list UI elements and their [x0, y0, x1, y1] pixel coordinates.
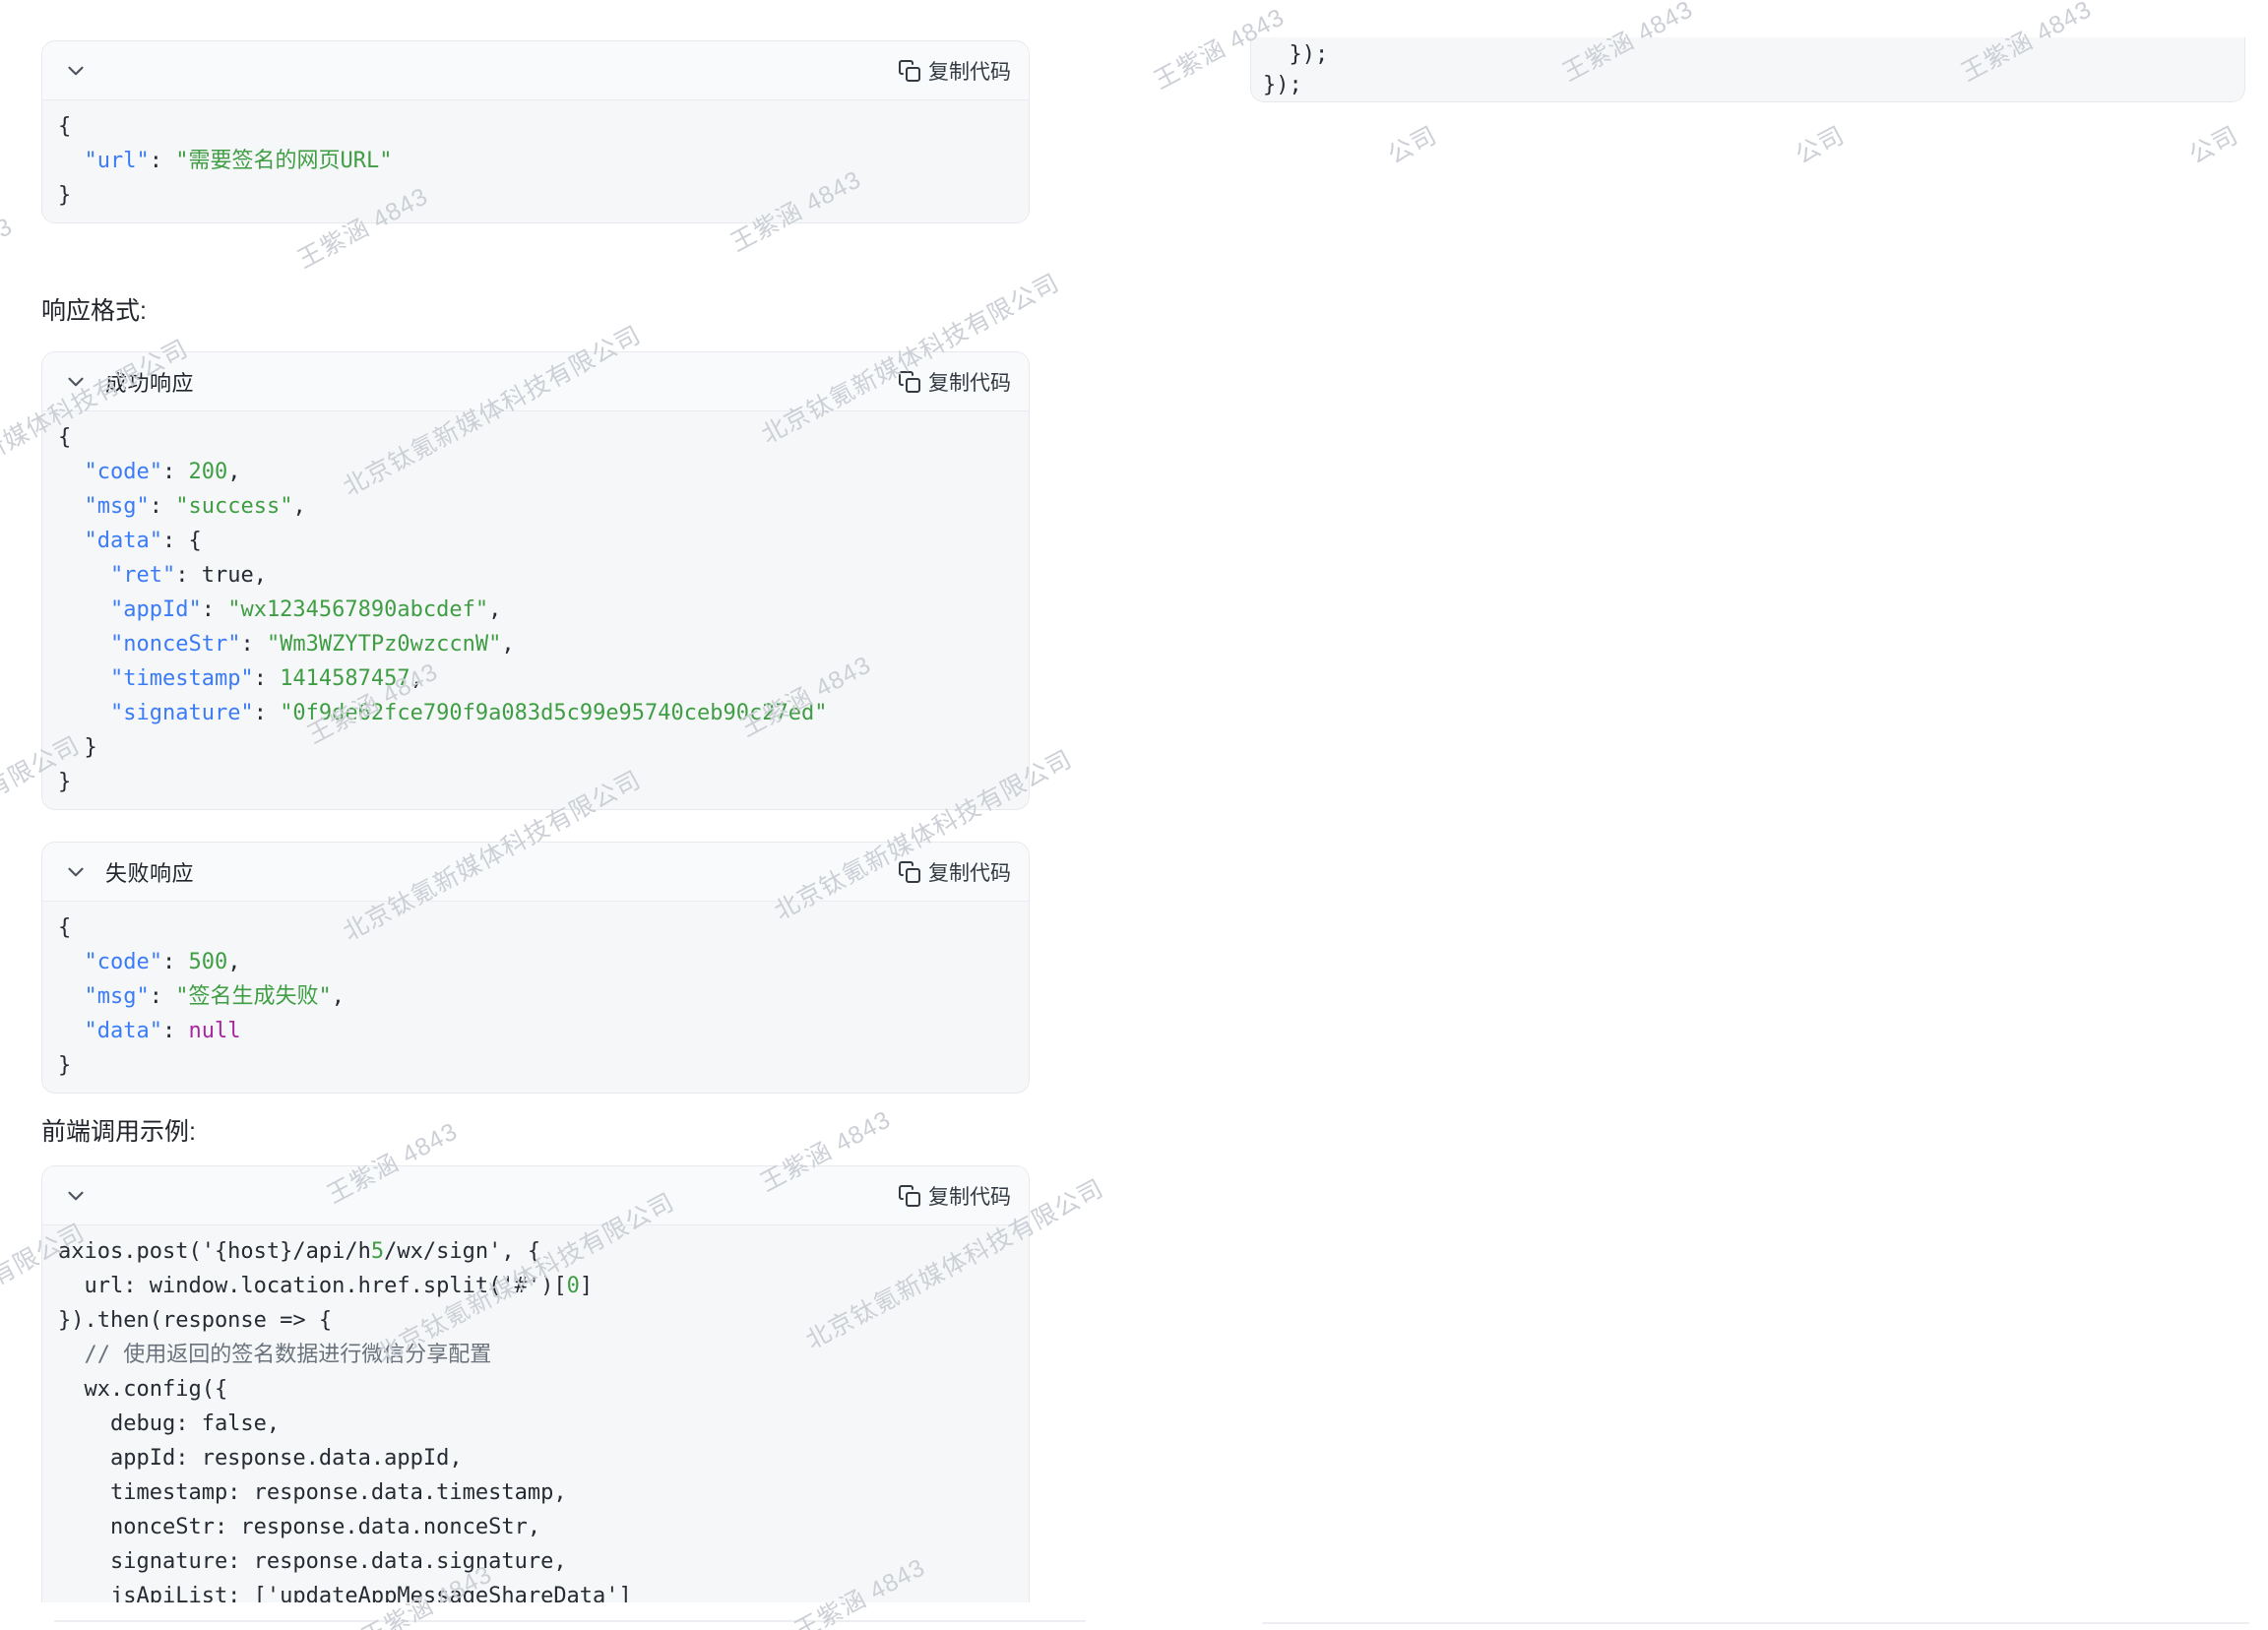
code-line: appId: response.data.appId,	[58, 1441, 1013, 1475]
response-format-label: 响应格式:	[41, 291, 147, 327]
copy-code-button[interactable]: 复制代码	[898, 1181, 1011, 1211]
code-content: });});	[1263, 39, 2244, 100]
collapse-chevron-icon[interactable]	[62, 1182, 90, 1210]
watermark-text: 4843	[0, 213, 18, 266]
frontend-example-label: 前端调用示例:	[41, 1112, 196, 1148]
code-line: }	[58, 1048, 1013, 1083]
code-block-header: 复制代码	[42, 1166, 1029, 1225]
code-block-title: 成功响应	[105, 366, 194, 398]
code-line: });	[1263, 39, 2244, 70]
code-line: wx.config({	[58, 1372, 1013, 1407]
copy-icon	[898, 59, 921, 83]
code-line: "msg": "签名生成失败",	[58, 979, 1013, 1014]
code-line: }	[58, 765, 1013, 799]
code-line: "data": null	[58, 1014, 1013, 1048]
code-line: jsApiList: ['updateAppMessageShareData']	[58, 1579, 1013, 1602]
collapse-chevron-icon[interactable]	[62, 858, 90, 886]
code-line: "url": "需要签名的网页URL"	[58, 144, 1013, 178]
code-line: // 使用返回的签名数据进行微信分享配置	[58, 1338, 1013, 1372]
copy-code-button[interactable]: 复制代码	[898, 857, 1011, 887]
page-bottom-divider-left	[54, 1620, 1086, 1622]
code-line: }	[58, 178, 1013, 213]
copy-icon	[898, 370, 921, 394]
code-line: "code": 500,	[58, 945, 1013, 979]
copy-code-label: 复制代码	[928, 56, 1011, 86]
code-block-request-params: 复制代码 { "url": "需要签名的网页URL"}	[41, 40, 1030, 223]
code-content: axios.post('{host}/api/h5/wx/sign', { ur…	[42, 1225, 1029, 1602]
code-line: {	[58, 420, 1013, 455]
code-line: "msg": "success",	[58, 489, 1013, 524]
code-content: { "code": 200, "msg": "success", "data":…	[42, 411, 1029, 809]
copy-code-label: 复制代码	[928, 367, 1011, 397]
code-content: { "code": 500, "msg": "签名生成失败", "data": …	[42, 902, 1029, 1093]
code-line: "signature": "0f9de62fce790f9a083d5c99e9…	[58, 696, 1013, 730]
code-block-frontend-example: 复制代码 axios.post('{host}/api/h5/wx/sign',…	[41, 1165, 1030, 1602]
code-line: url: window.location.href.split('#')[0]	[58, 1269, 1013, 1303]
code-line: "ret": true,	[58, 558, 1013, 593]
code-block-header: 失败响应 复制代码	[42, 843, 1029, 902]
copy-code-label: 复制代码	[928, 1181, 1011, 1211]
code-line: });	[1263, 70, 2244, 100]
collapse-chevron-icon[interactable]	[62, 368, 90, 396]
document-page: 复制代码 { "url": "需要签名的网页URL"} 响应格式: 成功响应 复…	[0, 0, 2268, 1630]
code-line: {	[58, 109, 1013, 144]
code-line: {	[58, 910, 1013, 945]
code-line: "code": 200,	[58, 455, 1013, 489]
code-content: { "url": "需要签名的网页URL"}	[42, 100, 1029, 222]
code-line: }	[58, 730, 1013, 765]
copy-icon	[898, 1184, 921, 1208]
watermark-text: 公司	[1381, 116, 1443, 171]
collapse-chevron-icon[interactable]	[62, 57, 90, 85]
code-block-header: 成功响应 复制代码	[42, 352, 1029, 411]
code-line: "nonceStr": "Wm3WZYTPz0wzccnW",	[58, 627, 1013, 661]
copy-icon	[898, 860, 921, 884]
code-line: timestamp: response.data.timestamp,	[58, 1475, 1013, 1510]
copy-code-button[interactable]: 复制代码	[898, 367, 1011, 397]
code-line: "data": {	[58, 524, 1013, 558]
page-bottom-divider-right	[1262, 1622, 2249, 1624]
code-line: signature: response.data.signature,	[58, 1544, 1013, 1579]
code-line: "timestamp": 1414587457,	[58, 661, 1013, 696]
code-line: nonceStr: response.data.nonceStr,	[58, 1510, 1013, 1544]
code-block-header: 复制代码	[42, 41, 1029, 100]
code-block-failure-response: 失败响应 复制代码 { "code": 500, "msg": "签名生成失败"…	[41, 842, 1030, 1094]
watermark-text: 公司	[1789, 116, 1851, 171]
code-line: "appId": "wx1234567890abcdef",	[58, 593, 1013, 627]
code-line: debug: false,	[58, 1407, 1013, 1441]
code-line: }).then(response => {	[58, 1303, 1013, 1338]
watermark-text: 公司	[2182, 116, 2244, 171]
code-block-continuation: });});	[1250, 37, 2245, 102]
copy-code-button[interactable]: 复制代码	[898, 56, 1011, 86]
copy-code-label: 复制代码	[928, 857, 1011, 887]
code-line: axios.post('{host}/api/h5/wx/sign', {	[58, 1234, 1013, 1269]
code-block-title: 失败响应	[105, 856, 194, 888]
code-block-success-response: 成功响应 复制代码 { "code": 200, "msg": "success…	[41, 351, 1030, 810]
